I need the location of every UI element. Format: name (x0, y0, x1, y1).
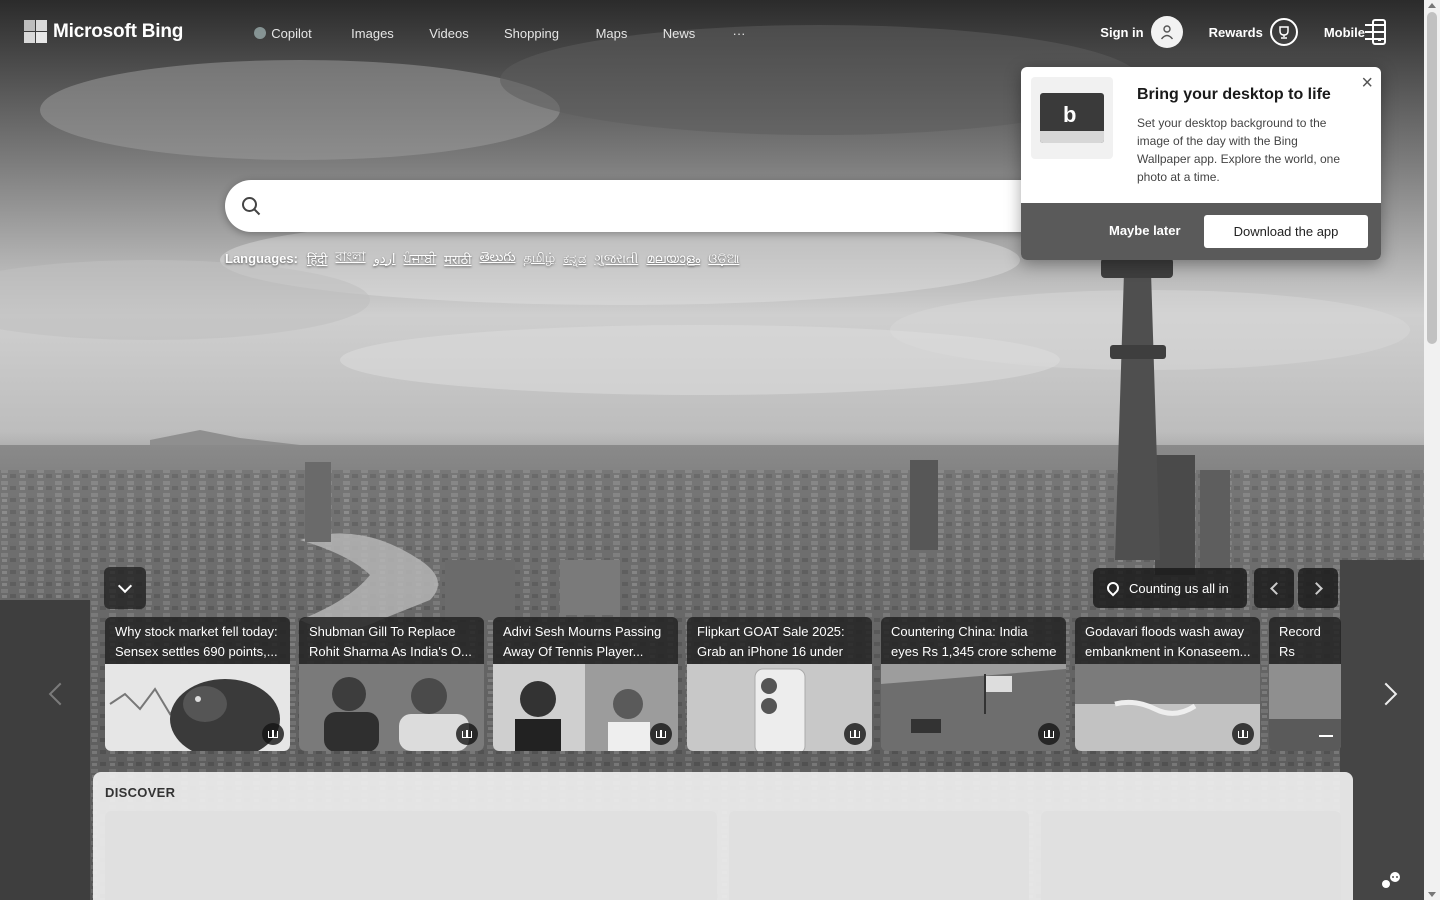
rewards-button[interactable]: Rewards (1209, 18, 1298, 46)
tab-shopping-label: Shopping (504, 25, 559, 41)
maybe-later-button[interactable]: Maybe later (1109, 223, 1181, 238)
brand-name: Microsoft Bing (53, 20, 184, 42)
tab-videos-label: Videos (429, 25, 469, 41)
language-link-bengali[interactable]: বাংলা (332, 246, 370, 271)
tab-copilot[interactable]: Copilot (250, 14, 316, 52)
news-card[interactable]: Godavari floods wash away embankment in … (1075, 617, 1260, 751)
chevron-down-icon (117, 578, 133, 593)
news-card[interactable]: Record Rs Submarine (1269, 617, 1341, 751)
chevron-right-icon (1374, 682, 1398, 706)
discover-section: DISCOVER (93, 772, 1353, 900)
news-card-title: Why stock market fell today: Sensex sett… (115, 624, 278, 659)
bing-logo[interactable]: Microsoft Bing (24, 20, 183, 43)
image-location-button[interactable]: Counting us all in (1093, 568, 1247, 608)
language-link-odia[interactable]: ଓଡ଼ିଆ (704, 249, 743, 269)
tab-images[interactable]: Images (351, 14, 394, 52)
feedback-icon[interactable] (1380, 870, 1402, 890)
news-card-title: Adivi Sesh Mourns Passing Away Of Tennis… (503, 624, 662, 659)
next-image-button[interactable] (1298, 568, 1338, 608)
mobile-label: Mobile (1323, 24, 1365, 40)
news-card-title: Godavari floods wash away embankment in … (1085, 624, 1251, 659)
popup-footer: Maybe later Download the app (1021, 203, 1381, 260)
collapse-news-button[interactable] (104, 567, 146, 609)
sign-in-button[interactable]: Sign in (1100, 16, 1183, 48)
popup-body: Set your desktop background to the image… (1137, 116, 1341, 184)
more-icon: ··· (732, 25, 746, 41)
language-link-gujarati[interactable]: ગુજરાતી (590, 249, 642, 269)
news-card[interactable]: Flipkart GOAT Sale 2025: Grab an iPhone … (687, 617, 872, 751)
language-link-tamil[interactable]: தமிழ் (519, 248, 559, 269)
monitor-icon: b (1040, 93, 1104, 143)
read-icon (456, 723, 478, 745)
discover-heading: DISCOVER (105, 785, 176, 800)
news-scroll-right-button[interactable] (1374, 680, 1406, 710)
wallpaper-app-thumbnail: b (1031, 77, 1113, 159)
close-icon[interactable]: × (1361, 73, 1373, 93)
tab-shopping[interactable]: Shopping (503, 14, 560, 52)
tab-videos[interactable]: Videos (428, 14, 470, 52)
search-icon[interactable] (241, 196, 261, 216)
location-pin-icon (1104, 579, 1122, 597)
microsoft-logo-icon (24, 20, 47, 43)
news-card[interactable]: Countering China: India eyes Rs 1,345 cr… (881, 617, 1066, 751)
tab-news[interactable]: News (662, 14, 696, 52)
header-actions: Sign in Rewards Mobile (1100, 16, 1386, 48)
language-list: Languages: हिंदी বাংলা اردو ਪੰਜਾਬੀ मराठी… (225, 246, 743, 271)
languages-label: Languages: (225, 251, 298, 266)
rewards-trophy-icon (1269, 18, 1298, 46)
language-link-marathi[interactable]: मराठी (440, 248, 475, 270)
scroll-down-arrow-icon[interactable] (1428, 892, 1436, 897)
wallpaper-app-popup: b Bring your desktop to life Set your de… (1021, 67, 1381, 260)
tab-copilot-label: Copilot (271, 25, 312, 41)
scrollbar-thumb[interactable] (1427, 12, 1437, 344)
chevron-left-icon (1269, 581, 1283, 595)
news-card-title: Record Rs Submarine (1279, 624, 1321, 659)
news-scroll-left-button[interactable] (42, 680, 72, 710)
read-icon (650, 723, 672, 745)
language-link-malayalam[interactable]: മലയാളം (642, 249, 704, 269)
read-icon (844, 723, 866, 745)
scroll-up-arrow-icon[interactable] (1428, 3, 1436, 8)
more-tabs-button[interactable]: ··· (728, 14, 750, 52)
download-app-button[interactable]: Download the app (1204, 215, 1368, 248)
tab-maps-label: Maps (595, 25, 628, 41)
discover-card[interactable] (1041, 811, 1341, 900)
discover-card[interactable] (729, 811, 1029, 900)
hamburger-menu-icon[interactable] (1365, 24, 1385, 45)
news-card-image (1269, 664, 1341, 751)
bing-b-icon: b (1063, 102, 1077, 127)
sign-in-label: Sign in (1100, 24, 1144, 40)
news-card-title: Shubman Gill To Replace Rohit Sharma As … (309, 624, 472, 659)
chevron-left-icon (48, 682, 72, 706)
search-box (225, 180, 1125, 232)
popup-title: Bring your desktop to life (1137, 86, 1331, 103)
language-link-hindi[interactable]: हिंदी (303, 248, 332, 270)
language-link-urdu[interactable]: اردو (370, 249, 400, 269)
tab-maps[interactable]: Maps (595, 14, 628, 52)
page-scrollbar[interactable] (1424, 0, 1440, 900)
chevron-right-icon (1309, 581, 1323, 595)
read-icon (1232, 723, 1254, 745)
news-card[interactable]: Shubman Gill To Replace Rohit Sharma As … (299, 617, 484, 751)
user-avatar-icon (1150, 16, 1183, 48)
language-link-punjabi[interactable]: ਪੰਜਾਬੀ (400, 249, 441, 269)
read-icon (262, 723, 284, 745)
discover-card[interactable] (105, 811, 717, 900)
language-link-telugu[interactable]: తెలుగు (476, 247, 520, 270)
news-card[interactable]: Adivi Sesh Mourns Passing Away Of Tennis… (493, 617, 678, 751)
search-input[interactable] (273, 194, 521, 218)
news-card[interactable]: Why stock market fell today: Sensex sett… (105, 617, 290, 751)
news-card-title: Countering China: India eyes Rs 1,345 cr… (891, 624, 1057, 659)
previous-image-button[interactable] (1254, 568, 1294, 608)
news-card-title: Flipkart GOAT Sale 2025: Grab an iPhone … (697, 624, 845, 659)
copilot-icon (254, 27, 267, 39)
tab-news-label: News (662, 25, 696, 41)
rewards-label: Rewards (1208, 24, 1263, 40)
tab-images-label: Images (351, 25, 394, 41)
image-location-label: Counting us all in (1129, 580, 1229, 596)
read-icon (1038, 723, 1060, 745)
language-link-kannada[interactable]: ಕನ್ನಡ (559, 249, 590, 269)
